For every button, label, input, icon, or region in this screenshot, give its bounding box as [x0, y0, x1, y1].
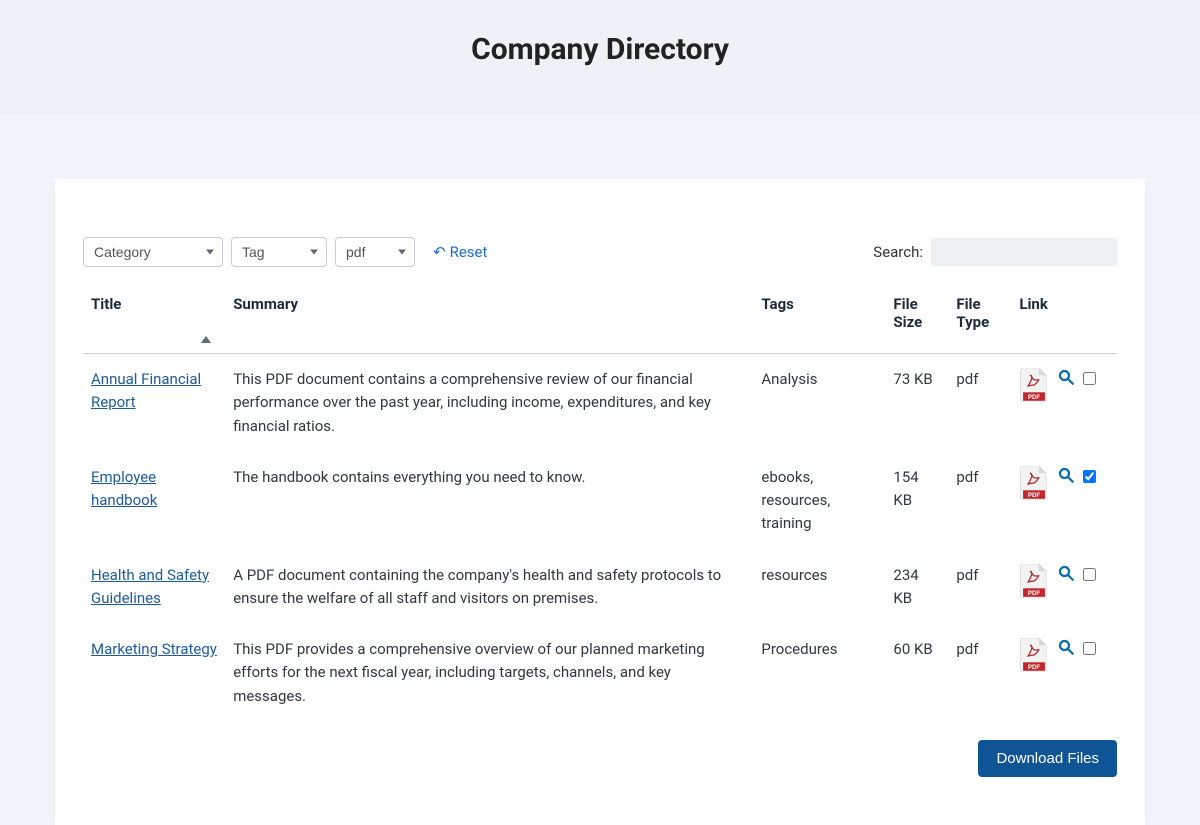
document-title-link[interactable]: Annual Financial Report — [91, 370, 201, 411]
row-select-checkbox[interactable] — [1083, 372, 1096, 385]
document-title-link[interactable]: Health and Safety Guidelines — [91, 566, 209, 607]
tag-select[interactable]: Tag — [231, 237, 327, 267]
document-tags: Procedures — [753, 624, 885, 722]
document-title-link[interactable]: Marketing Strategy — [91, 640, 217, 658]
search-input[interactable] — [931, 238, 1117, 266]
document-tags: resources — [753, 550, 885, 625]
row-select-checkbox[interactable] — [1083, 568, 1096, 581]
filetype-filter[interactable]: pdf — [335, 237, 415, 267]
document-file-type: pdf — [948, 624, 1011, 722]
filter-toolbar: Category Tag pdf ↶ Reset Search: — [83, 237, 1117, 267]
row-select-checkbox[interactable] — [1083, 642, 1096, 655]
content-card: Category Tag pdf ↶ Reset Search: — [55, 179, 1145, 825]
table-header-row: Title Summary Tags File Size File Type L… — [83, 285, 1117, 354]
document-file-size: 154 KB — [885, 452, 948, 550]
tag-filter[interactable]: Tag — [231, 237, 327, 267]
document-file-size: 234 KB — [885, 550, 948, 625]
document-title-link[interactable]: Employee handbook — [91, 468, 157, 509]
documents-table: Title Summary Tags File Size File Type L… — [83, 285, 1117, 722]
table-row: Health and Safety Guidelines A PDF docume… — [83, 550, 1117, 625]
page-title: Company Directory — [0, 32, 1200, 67]
preview-icon[interactable] — [1057, 368, 1075, 386]
document-file-type: pdf — [948, 550, 1011, 625]
column-header-summary[interactable]: Summary — [225, 285, 753, 354]
document-tags: ebooks, resources, training — [753, 452, 885, 550]
document-summary: This PDF provides a comprehensive overvi… — [225, 624, 753, 722]
reset-label: Reset — [450, 243, 488, 261]
pdf-file-icon[interactable] — [1019, 368, 1049, 402]
pdf-file-icon[interactable] — [1019, 466, 1049, 500]
document-file-size: 60 KB — [885, 624, 948, 722]
column-header-title[interactable]: Title — [83, 285, 225, 354]
document-tags: Analysis — [753, 354, 885, 452]
table-row: Annual Financial Report This PDF document… — [83, 354, 1117, 452]
preview-icon[interactable] — [1057, 466, 1075, 484]
table-row: Employee handbook The handbook contains e… — [83, 452, 1117, 550]
column-header-link[interactable]: Link — [1011, 285, 1117, 354]
column-header-file-size[interactable]: File Size — [885, 285, 948, 354]
download-files-button[interactable]: Download Files — [978, 740, 1117, 777]
category-filter[interactable]: Category — [83, 237, 223, 267]
filetype-select[interactable]: pdf — [335, 237, 415, 267]
document-file-size: 73 KB — [885, 354, 948, 452]
reset-button[interactable]: ↶ Reset — [433, 243, 487, 261]
actions-row: Download Files — [83, 722, 1117, 777]
preview-icon[interactable] — [1057, 564, 1075, 582]
preview-icon[interactable] — [1057, 638, 1075, 656]
document-summary: The handbook contains everything you nee… — [225, 452, 753, 550]
sort-asc-icon — [201, 336, 211, 343]
document-file-type: pdf — [948, 452, 1011, 550]
document-file-type: pdf — [948, 354, 1011, 452]
category-select[interactable]: Category — [83, 237, 223, 267]
page-header: Company Directory — [0, 0, 1200, 115]
search-block: Search: — [873, 238, 1117, 266]
table-row: Marketing Strategy This PDF provides a co… — [83, 624, 1117, 722]
undo-icon: ↶ — [433, 243, 446, 261]
column-header-tags[interactable]: Tags — [753, 285, 885, 354]
document-summary: This PDF document contains a comprehensi… — [225, 354, 753, 452]
row-select-checkbox[interactable] — [1083, 470, 1096, 483]
pdf-file-icon[interactable] — [1019, 564, 1049, 598]
document-summary: A PDF document containing the company's … — [225, 550, 753, 625]
column-header-file-type[interactable]: File Type — [948, 285, 1011, 354]
search-label: Search: — [873, 243, 923, 261]
pdf-file-icon[interactable] — [1019, 638, 1049, 672]
